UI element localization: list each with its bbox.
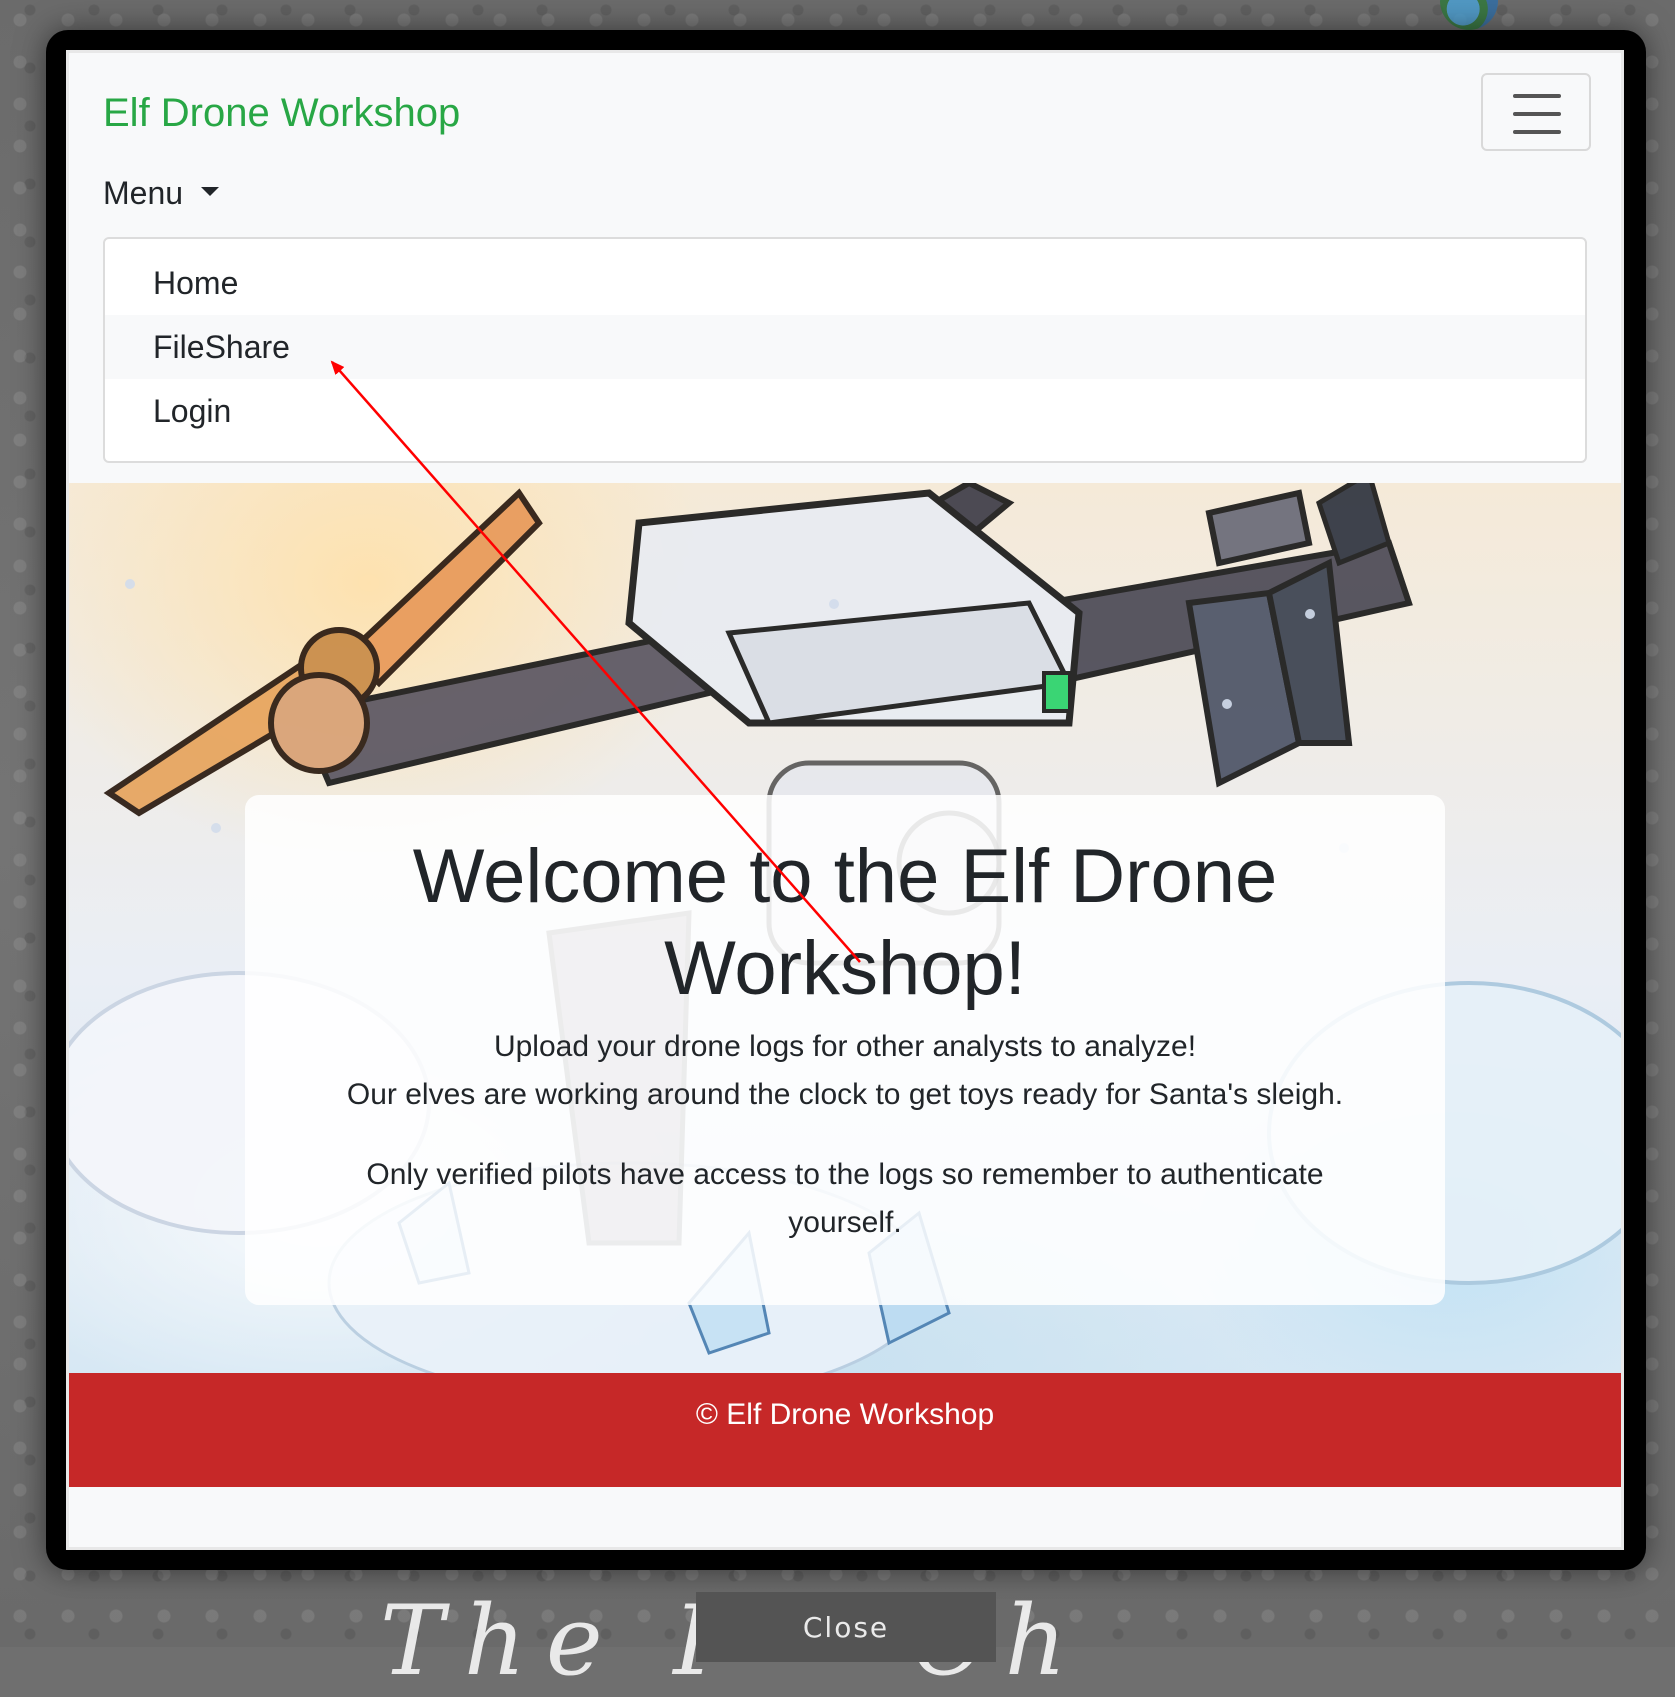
snowflake-icon <box>125 579 135 589</box>
welcome-card: Welcome to the Elf Drone Workshop! Uploa… <box>245 795 1445 1305</box>
hamburger-icon <box>1513 130 1561 134</box>
page-footer: © Elf Drone Workshop <box>69 1373 1621 1487</box>
caret-down-icon <box>201 187 220 197</box>
menu-dropdown-toggle[interactable]: Menu <box>103 175 220 212</box>
navbar-toggler-button[interactable] <box>1481 73 1591 151</box>
welcome-text-verified: Only verified pilots have access to the … <box>366 1158 1324 1239</box>
snowflake-icon <box>829 599 839 609</box>
close-button[interactable]: Close <box>696 1592 996 1662</box>
brand-link[interactable]: Elf Drone Workshop <box>103 91 460 136</box>
menu-item-fileshare[interactable]: FileShare <box>105 315 1585 379</box>
modal-frame: Elf Drone Workshop Menu Home FileShare L… <box>46 30 1646 1570</box>
snowflake-icon <box>1305 609 1315 619</box>
welcome-text-upload: Upload your drone logs for other analyst… <box>493 1030 1197 1063</box>
hamburger-icon <box>1513 112 1561 116</box>
hero-section: Welcome to the Elf Drone Workshop! Uploa… <box>69 483 1621 1373</box>
globe-icon <box>1440 0 1498 30</box>
menu-label: Menu <box>103 175 184 211</box>
snowflake-icon <box>1222 699 1232 709</box>
menu-dropdown: Home FileShare Login <box>103 237 1587 463</box>
menu-item-home[interactable]: Home <box>105 251 1585 315</box>
footer-copyright: © Elf Drone Workshop <box>695 1398 995 1431</box>
welcome-text-elves: Our elves are working around the clock t… <box>346 1078 1344 1111</box>
menu-item-login[interactable]: Login <box>105 379 1585 443</box>
modal-window: Elf Drone Workshop Menu Home FileShare L… <box>66 50 1624 1550</box>
hamburger-icon <box>1513 94 1561 98</box>
snowflake-icon <box>211 823 221 833</box>
navbar: Elf Drone Workshop Menu Home FileShare L… <box>69 53 1621 483</box>
welcome-title: Welcome to the Elf Drone Workshop! <box>412 834 1278 1011</box>
